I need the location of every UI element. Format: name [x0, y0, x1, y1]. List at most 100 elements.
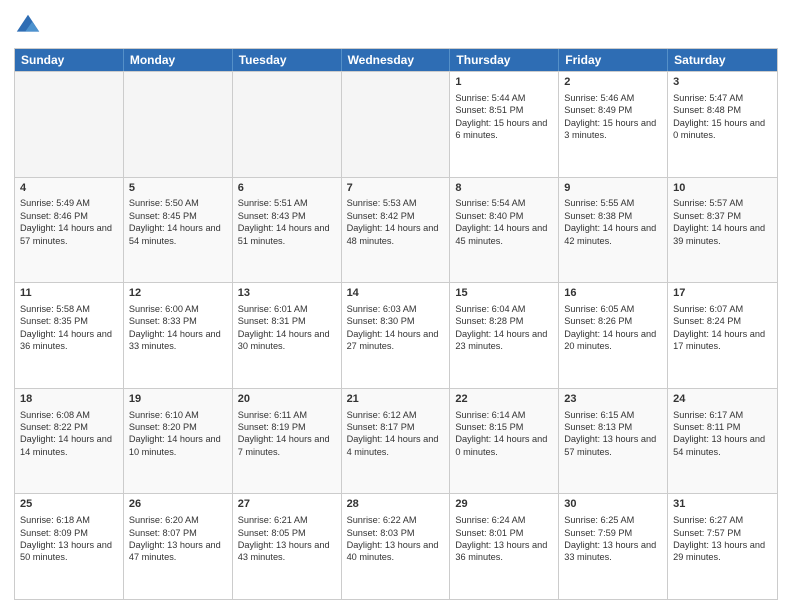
calendar-cell: 7Sunrise: 5:53 AM Sunset: 8:42 PM Daylig…: [342, 178, 451, 283]
calendar-cell: 10Sunrise: 5:57 AM Sunset: 8:37 PM Dayli…: [668, 178, 777, 283]
calendar-cell: 20 Sunrise: 6:11 AM Sunset: 8:19 PM Dayli…: [233, 389, 342, 494]
calendar-cell: 31Sunrise: 6:27 AM Sunset: 7:57 PM Dayli…: [668, 494, 777, 599]
calendar-cell: 25 Sunrise: 6:18 AM Sunset: 8:09 PM Dayli…: [15, 494, 124, 599]
day-number: 8: [455, 181, 553, 196]
day-number: 31: [673, 497, 772, 512]
day-info: Sunrise: 6:08 AM Sunset: 8:22 PM Dayligh…: [20, 409, 118, 459]
calendar-cell: 16 Sunrise: 6:05 AM Sunset: 8:26 PM Dayli…: [559, 283, 668, 388]
calendar-cell: 14 Sunrise: 6:03 AM Sunset: 8:30 PM Dayli…: [342, 283, 451, 388]
logo: [14, 12, 46, 40]
header-day: Wednesday: [342, 49, 451, 71]
day-info: Sunrise: 6:03 AM Sunset: 8:30 PM Dayligh…: [347, 303, 445, 353]
calendar-cell: 28 Sunrise: 6:22 AM Sunset: 8:03 PM Dayli…: [342, 494, 451, 599]
day-number: 28: [347, 497, 445, 512]
day-info: Sunrise: 6:25 AM Sunset: 7:59 PM Dayligh…: [564, 514, 662, 564]
day-number: 21: [347, 392, 445, 407]
day-info: Sunrise: 5:58 AM Sunset: 8:35 PM Dayligh…: [20, 303, 118, 353]
day-info: Sunrise: 6:07 AM Sunset: 8:24 PM Dayligh…: [673, 303, 772, 353]
calendar-row: 1 Sunrise: 5:44 AM Sunset: 8:51 PM Daylig…: [15, 71, 777, 177]
calendar-cell: 11Sunrise: 5:58 AM Sunset: 8:35 PM Dayli…: [15, 283, 124, 388]
calendar-cell: 21 Sunrise: 6:12 AM Sunset: 8:17 PM Dayli…: [342, 389, 451, 494]
calendar-cell: [124, 72, 233, 177]
day-number: 20: [238, 392, 336, 407]
day-info: Sunrise: 6:24 AM Sunset: 8:01 PM Dayligh…: [455, 514, 553, 564]
calendar-cell: 5Sunrise: 5:50 AM Sunset: 8:45 PM Daylig…: [124, 178, 233, 283]
day-info: Sunrise: 5:51 AM Sunset: 8:43 PM Dayligh…: [238, 197, 336, 247]
calendar-cell: 6Sunrise: 5:51 AM Sunset: 8:43 PM Daylig…: [233, 178, 342, 283]
day-number: 9: [564, 181, 662, 196]
day-number: 24: [673, 392, 772, 407]
header-day: Monday: [124, 49, 233, 71]
day-number: 5: [129, 181, 227, 196]
day-info: Sunrise: 6:21 AM Sunset: 8:05 PM Dayligh…: [238, 514, 336, 564]
day-number: 27: [238, 497, 336, 512]
day-info: Sunrise: 6:18 AM Sunset: 8:09 PM Dayligh…: [20, 514, 118, 564]
calendar-header: SundayMondayTuesdayWednesdayThursdayFrid…: [15, 49, 777, 71]
day-number: 7: [347, 181, 445, 196]
calendar-row: 18 Sunrise: 6:08 AM Sunset: 8:22 PM Dayli…: [15, 388, 777, 494]
calendar-cell: 1 Sunrise: 5:44 AM Sunset: 8:51 PM Daylig…: [450, 72, 559, 177]
calendar-cell: 8Sunrise: 5:54 AM Sunset: 8:40 PM Daylig…: [450, 178, 559, 283]
calendar-row: 4Sunrise: 5:49 AM Sunset: 8:46 PM Daylig…: [15, 177, 777, 283]
header-day: Sunday: [15, 49, 124, 71]
day-info: Sunrise: 6:15 AM Sunset: 8:13 PM Dayligh…: [564, 409, 662, 459]
calendar-cell: 29Sunrise: 6:24 AM Sunset: 8:01 PM Dayli…: [450, 494, 559, 599]
day-number: 10: [673, 181, 772, 196]
header: [14, 12, 778, 40]
calendar-cell: [342, 72, 451, 177]
day-info: Sunrise: 6:11 AM Sunset: 8:19 PM Dayligh…: [238, 409, 336, 459]
day-number: 22: [455, 392, 553, 407]
day-info: Sunrise: 6:10 AM Sunset: 8:20 PM Dayligh…: [129, 409, 227, 459]
day-info: Sunrise: 6:01 AM Sunset: 8:31 PM Dayligh…: [238, 303, 336, 353]
logo-icon: [14, 12, 42, 40]
day-number: 6: [238, 181, 336, 196]
day-info: Sunrise: 6:22 AM Sunset: 8:03 PM Dayligh…: [347, 514, 445, 564]
day-info: Sunrise: 6:20 AM Sunset: 8:07 PM Dayligh…: [129, 514, 227, 564]
day-info: Sunrise: 5:55 AM Sunset: 8:38 PM Dayligh…: [564, 197, 662, 247]
day-number: 30: [564, 497, 662, 512]
calendar-cell: 2 Sunrise: 5:46 AM Sunset: 8:49 PM Daylig…: [559, 72, 668, 177]
day-number: 23: [564, 392, 662, 407]
calendar-cell: [233, 72, 342, 177]
calendar-cell: 23 Sunrise: 6:15 AM Sunset: 8:13 PM Dayli…: [559, 389, 668, 494]
calendar-cell: 24Sunrise: 6:17 AM Sunset: 8:11 PM Dayli…: [668, 389, 777, 494]
calendar-cell: 30 Sunrise: 6:25 AM Sunset: 7:59 PM Dayli…: [559, 494, 668, 599]
day-number: 2: [564, 75, 662, 90]
calendar-cell: 22 Sunrise: 6:14 AM Sunset: 8:15 PM Dayli…: [450, 389, 559, 494]
calendar-cell: 9Sunrise: 5:55 AM Sunset: 8:38 PM Daylig…: [559, 178, 668, 283]
day-number: 18: [20, 392, 118, 407]
calendar-cell: 27 Sunrise: 6:21 AM Sunset: 8:05 PM Dayli…: [233, 494, 342, 599]
header-day: Saturday: [668, 49, 777, 71]
day-number: 1: [455, 75, 553, 90]
calendar-cell: 17 Sunrise: 6:07 AM Sunset: 8:24 PM Dayli…: [668, 283, 777, 388]
header-day: Thursday: [450, 49, 559, 71]
calendar-cell: 18 Sunrise: 6:08 AM Sunset: 8:22 PM Dayli…: [15, 389, 124, 494]
calendar-cell: 3 Sunrise: 5:47 AM Sunset: 8:48 PM Daylig…: [668, 72, 777, 177]
calendar-body: 1 Sunrise: 5:44 AM Sunset: 8:51 PM Daylig…: [15, 71, 777, 599]
day-info: Sunrise: 6:12 AM Sunset: 8:17 PM Dayligh…: [347, 409, 445, 459]
day-info: Sunrise: 5:46 AM Sunset: 8:49 PM Dayligh…: [564, 92, 662, 142]
day-info: Sunrise: 5:47 AM Sunset: 8:48 PM Dayligh…: [673, 92, 772, 142]
day-number: 15: [455, 286, 553, 301]
day-number: 14: [347, 286, 445, 301]
day-info: Sunrise: 6:14 AM Sunset: 8:15 PM Dayligh…: [455, 409, 553, 459]
calendar-cell: 4Sunrise: 5:49 AM Sunset: 8:46 PM Daylig…: [15, 178, 124, 283]
calendar-cell: 13 Sunrise: 6:01 AM Sunset: 8:31 PM Dayli…: [233, 283, 342, 388]
day-info: Sunrise: 5:57 AM Sunset: 8:37 PM Dayligh…: [673, 197, 772, 247]
calendar-cell: 26Sunrise: 6:20 AM Sunset: 8:07 PM Dayli…: [124, 494, 233, 599]
day-number: 17: [673, 286, 772, 301]
day-info: Sunrise: 6:05 AM Sunset: 8:26 PM Dayligh…: [564, 303, 662, 353]
calendar-row: 25 Sunrise: 6:18 AM Sunset: 8:09 PM Dayli…: [15, 493, 777, 599]
day-number: 4: [20, 181, 118, 196]
day-number: 16: [564, 286, 662, 301]
day-info: Sunrise: 5:50 AM Sunset: 8:45 PM Dayligh…: [129, 197, 227, 247]
calendar-cell: 12Sunrise: 6:00 AM Sunset: 8:33 PM Dayli…: [124, 283, 233, 388]
day-info: Sunrise: 5:49 AM Sunset: 8:46 PM Dayligh…: [20, 197, 118, 247]
day-info: Sunrise: 5:44 AM Sunset: 8:51 PM Dayligh…: [455, 92, 553, 142]
day-number: 25: [20, 497, 118, 512]
day-info: Sunrise: 5:54 AM Sunset: 8:40 PM Dayligh…: [455, 197, 553, 247]
day-number: 3: [673, 75, 772, 90]
day-number: 13: [238, 286, 336, 301]
calendar-cell: [15, 72, 124, 177]
calendar-cell: 15Sunrise: 6:04 AM Sunset: 8:28 PM Dayli…: [450, 283, 559, 388]
